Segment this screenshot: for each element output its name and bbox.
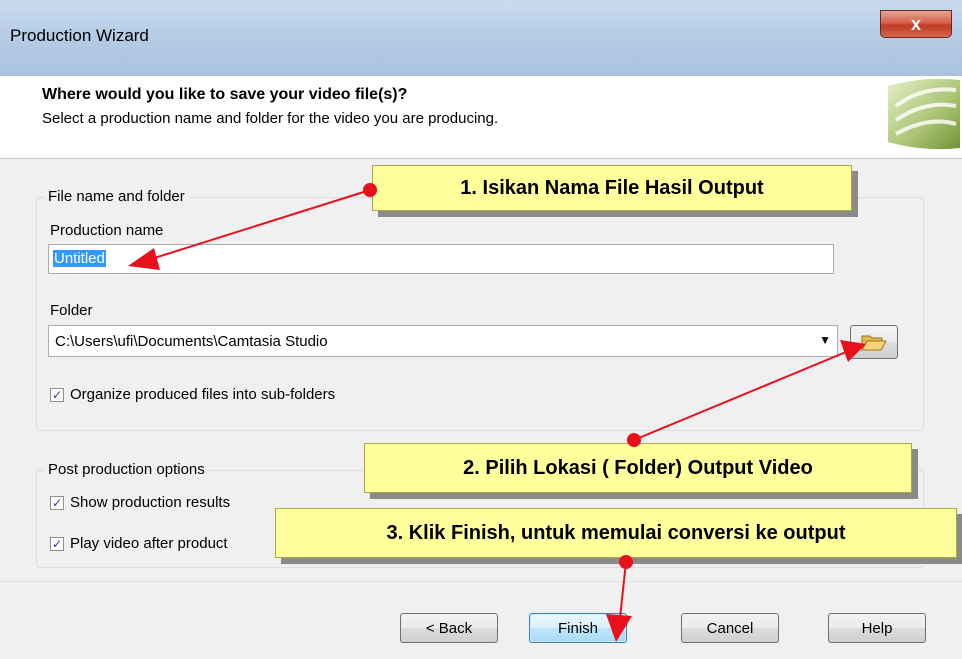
- page-subheading: Select a production name and folder for …: [42, 110, 499, 127]
- folder-combobox[interactable]: C:\Users\ufi\Documents\Camtasia Studio ▼: [48, 325, 838, 357]
- camtasia-logo-icon: [888, 78, 960, 150]
- production-name-input[interactable]: Untitled: [48, 244, 834, 274]
- help-button[interactable]: Help: [828, 613, 926, 643]
- show-results-label: Show production results: [70, 494, 231, 511]
- window-title: Production Wizard: [10, 26, 149, 45]
- cancel-button[interactable]: Cancel: [681, 613, 779, 643]
- callout-production-name: 1. Isikan Nama File Hasil Output: [372, 165, 852, 211]
- file-group-label: File name and folder: [44, 188, 189, 205]
- folder-value: C:\Users\ufi\Documents\Camtasia Studio: [55, 333, 328, 350]
- folder-label: Folder: [50, 302, 93, 319]
- folder-open-icon: [861, 335, 887, 352]
- organize-label: Organize produced files into sub-folders: [70, 386, 336, 403]
- title-bar: Production Wizard x: [0, 0, 962, 76]
- organize-checkbox[interactable]: ✓: [50, 388, 64, 402]
- close-icon: x: [910, 13, 921, 34]
- post-group-label: Post production options: [44, 461, 209, 478]
- play-video-checkbox[interactable]: ✓: [50, 537, 64, 551]
- wizard-footer: < Back Finish Cancel Help: [0, 581, 962, 659]
- production-name-value: Untitled: [53, 250, 106, 267]
- browse-folder-button[interactable]: [850, 325, 898, 359]
- finish-button[interactable]: Finish: [529, 613, 627, 643]
- close-button[interactable]: x: [880, 10, 952, 38]
- callout-finish: 3. Klik Finish, untuk memulai conversi k…: [275, 508, 957, 558]
- chevron-down-icon[interactable]: ▼: [819, 333, 831, 347]
- page-heading: Where would you like to save your video …: [42, 86, 408, 103]
- play-video-label: Play video after product: [70, 535, 228, 552]
- callout-folder: 2. Pilih Lokasi ( Folder) Output Video: [364, 443, 912, 493]
- production-name-label: Production name: [50, 222, 164, 239]
- wizard-header: Where would you like to save your video …: [0, 76, 962, 159]
- back-button[interactable]: < Back: [400, 613, 498, 643]
- show-results-checkbox[interactable]: ✓: [50, 496, 64, 510]
